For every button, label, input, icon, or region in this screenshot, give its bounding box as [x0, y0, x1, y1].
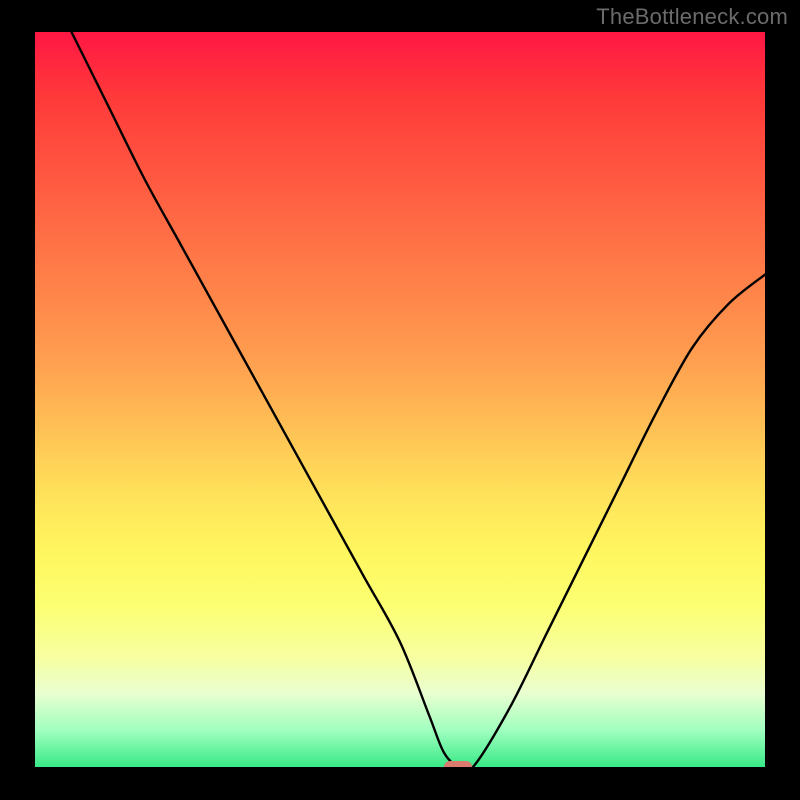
plot-area: [35, 32, 765, 767]
minimum-marker: [444, 761, 472, 767]
chart-frame: TheBottleneck.com: [0, 0, 800, 800]
watermark-text: TheBottleneck.com: [596, 4, 788, 30]
bottleneck-curve: [72, 32, 766, 767]
curve-svg: [35, 32, 765, 767]
